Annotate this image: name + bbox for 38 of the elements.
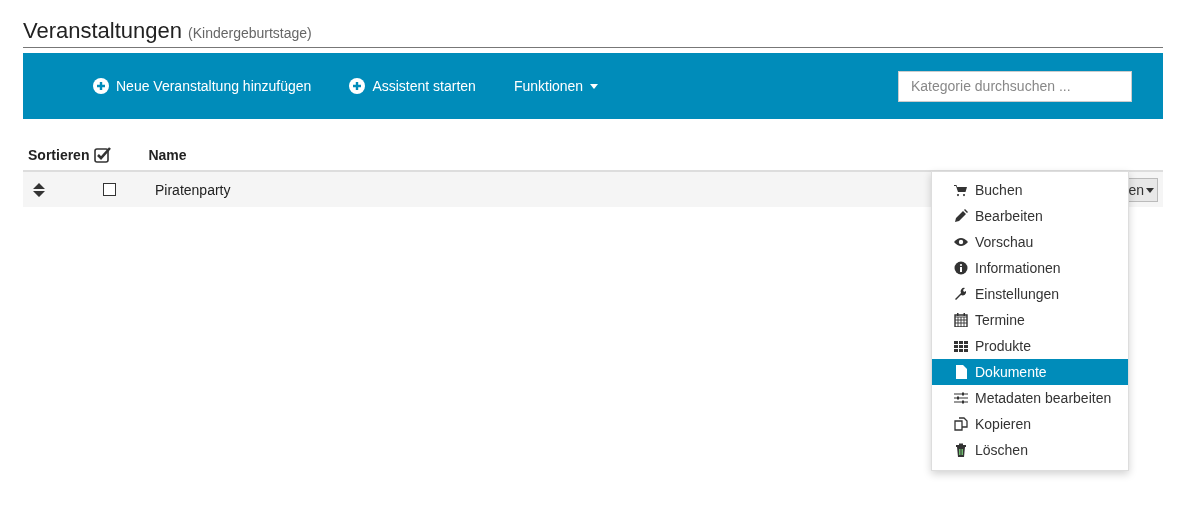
menu-item[interactable]: Vorschau (932, 229, 1128, 255)
select-all-checkbox[interactable] (94, 147, 113, 163)
menu-item[interactable]: Informationen (932, 255, 1128, 281)
menu-item[interactable]: Produkte (932, 333, 1128, 359)
row-checkbox[interactable] (103, 183, 116, 196)
menu-item[interactable]: Bearbeiten (932, 203, 1128, 229)
eye-icon (954, 235, 968, 249)
toolbar-button[interactable]: Assistent starten (333, 72, 492, 100)
wrench-icon (954, 287, 968, 301)
toolbar-button[interactable]: Neue Veranstaltung hinzufügen (77, 72, 328, 100)
plus-circle-icon (93, 78, 109, 94)
cart-icon (954, 183, 968, 197)
dropdown-button[interactable]: Funktionen (497, 72, 615, 100)
plus-circle-icon (349, 78, 366, 94)
caret-icon (590, 83, 599, 89)
search-field[interactable]: Kategorie durchsuchen ... (898, 70, 1132, 102)
column-header: Name (148, 147, 187, 163)
column-header: Sortieren (28, 147, 90, 163)
trash-icon (954, 443, 968, 457)
caret-icon (1146, 187, 1154, 193)
info-icon (954, 261, 968, 275)
menu-item[interactable]: Kopieren (932, 411, 1128, 437)
grid-icon (954, 339, 968, 353)
menu-item[interactable]: Löschen (932, 437, 1128, 463)
sliders-icon (954, 391, 968, 405)
menu-item[interactable]: Buchen (932, 177, 1128, 203)
calendar-icon (954, 313, 968, 327)
pencil-icon (954, 209, 968, 223)
page-subtitle: (Kindergeburtstage) (188, 25, 312, 41)
menu-item[interactable]: Einstellungen (932, 281, 1128, 307)
sort-icon[interactable] (33, 182, 45, 197)
menu-item[interactable]: Termine (932, 307, 1128, 333)
copy-icon (954, 417, 968, 431)
table-cell: Piratenparty (155, 181, 231, 198)
menu-item[interactable]: Metadaten bearbeiten (932, 385, 1128, 411)
page-title: Veranstaltungen (23, 18, 183, 44)
menu-item[interactable]: Dokumente (932, 359, 1128, 385)
file-icon (954, 365, 968, 379)
